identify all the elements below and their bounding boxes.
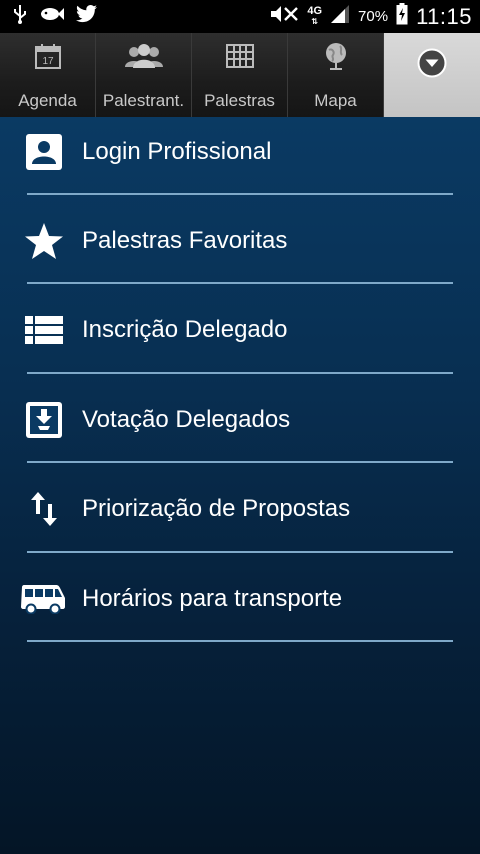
menu-item-label: Login Profissional <box>82 137 272 165</box>
account-box-icon <box>24 132 64 172</box>
menu-item-label: Inscrição Delegado <box>82 315 288 343</box>
menu-item-login-profissional[interactable]: Login Profissional <box>0 107 480 196</box>
menu-item-label: Palestras Favoritas <box>82 226 288 254</box>
tab-bar: 17 Agenda Palestrant. Palestras Mapa <box>0 33 480 117</box>
tab-menu[interactable] <box>384 33 480 117</box>
menu-item-inscricao-delegado[interactable]: Inscrição Delegado <box>0 285 480 374</box>
globe-icon <box>323 41 349 71</box>
people-icon <box>124 41 163 71</box>
twitter-icon <box>76 5 98 28</box>
divider <box>27 193 453 195</box>
tab-agenda[interactable]: 17 Agenda <box>0 33 96 117</box>
clock: 11:15 <box>416 3 472 29</box>
network-type: 4G ⇅ <box>307 5 323 27</box>
usb-icon <box>12 4 28 29</box>
battery-charging-icon <box>396 3 408 30</box>
divider <box>27 282 453 284</box>
tab-palestras[interactable]: Palestras <box>192 33 288 117</box>
menu-dropdown-icon <box>416 48 448 78</box>
battery-percent: 70% <box>358 8 389 25</box>
sort-arrows-icon <box>24 489 64 529</box>
list-icon <box>24 310 64 350</box>
menu-item-label: Votação Delegados <box>82 405 291 433</box>
status-bar: 4G ⇅ 70% 11:15 <box>0 0 480 33</box>
tab-mapa[interactable]: Mapa <box>288 33 384 117</box>
svg-text:17: 17 <box>42 56 54 67</box>
divider <box>27 372 453 374</box>
divider <box>27 461 453 463</box>
menu-item-votacao-delegados[interactable]: Votação Delegados <box>0 375 480 464</box>
divider <box>27 640 453 642</box>
grid-icon <box>225 41 254 71</box>
menu-item-label: Horários para transporte <box>82 584 343 612</box>
system-icons: 4G ⇅ 70% 11:15 <box>269 3 472 30</box>
menu-item-priorizacao-propostas[interactable]: Priorização de Propostas <box>0 464 480 553</box>
notification-icons <box>12 4 98 29</box>
menu-panel: Login Profissional Palestras Favoritas I… <box>0 117 480 854</box>
star-icon <box>24 221 64 261</box>
menu-item-label: Priorização de Propostas <box>82 494 351 522</box>
divider <box>27 551 453 553</box>
fish-icon <box>40 6 64 27</box>
inbox-download-icon <box>24 400 64 440</box>
signal-icon <box>330 4 350 29</box>
bus-icon <box>20 579 66 619</box>
calendar-icon: 17 <box>34 41 61 71</box>
menu-item-palestras-favoritas[interactable]: Palestras Favoritas <box>0 196 480 285</box>
mute-icon <box>269 4 299 29</box>
menu-item-horarios-transporte[interactable]: Horários para transporte <box>0 554 480 643</box>
tab-palestrantes[interactable]: Palestrant. <box>96 33 192 117</box>
